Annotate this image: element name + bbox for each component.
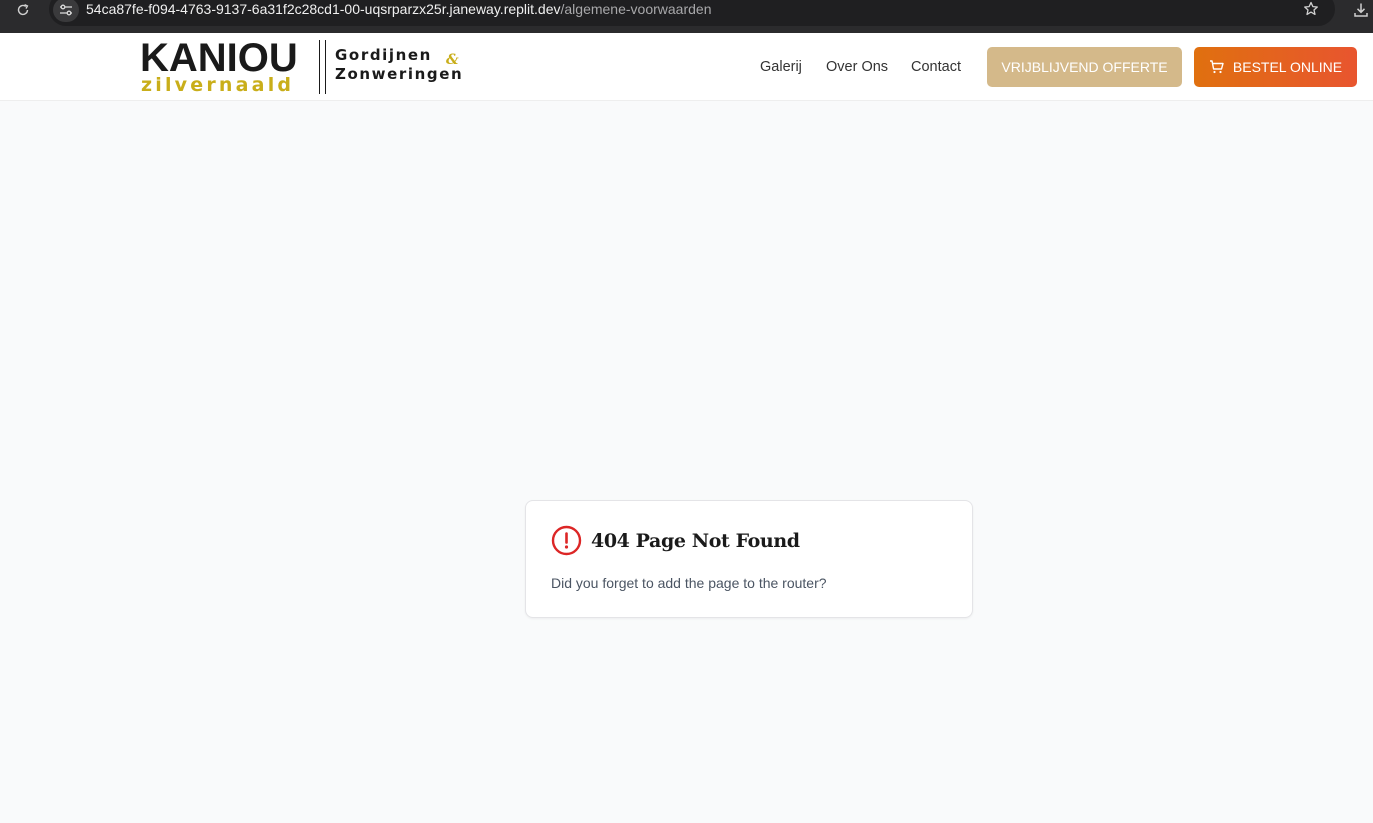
url-text[interactable]: 54ca87fe-f094-4763-9137-6a31f2c28cd1-00-… (86, 1, 711, 18)
logo[interactable]: KANIOU zilvernaald Gordijnen & Zonwering… (140, 36, 470, 97)
nav-galerij[interactable]: Galerij (760, 58, 802, 76)
not-found-title: 404 Page Not Found (591, 530, 800, 552)
logo-tagline-2: Zonweringen (335, 65, 464, 83)
bestel-online-label: BESTEL ONLINE (1232, 59, 1343, 75)
browser-toolbar: 54ca87fe-f094-4763-9137-6a31f2c28cd1-00-… (0, 0, 1373, 33)
not-found-card: 404 Page Not Found Did you forget to add… (525, 500, 973, 618)
url-host: 54ca87fe-f094-4763-9137-6a31f2c28cd1-00-… (86, 1, 561, 17)
site-settings-icon[interactable] (53, 0, 79, 22)
reload-icon[interactable] (12, 1, 34, 19)
cart-icon (1209, 59, 1225, 75)
offerte-button[interactable]: VRIJBLIJVEND OFFERTE (987, 47, 1182, 87)
alert-circle-icon (551, 525, 582, 556)
logo-brand: KANIOU (140, 36, 298, 80)
logo-divider (319, 40, 326, 94)
url-path: /algemene-voorwaarden (560, 1, 712, 17)
nav-over-ons[interactable]: Over Ons (826, 58, 888, 76)
download-icon[interactable] (1351, 0, 1371, 20)
offerte-button-label: VRIJBLIJVEND OFFERTE (1001, 59, 1168, 75)
logo-tagline-1: Gordijnen (335, 46, 432, 64)
nav-contact[interactable]: Contact (911, 58, 961, 76)
bestel-online-button[interactable]: BESTEL ONLINE (1194, 47, 1357, 87)
logo-subbrand: zilvernaald (141, 74, 295, 96)
site-header: KANIOU zilvernaald Gordijnen & Zonwering… (0, 33, 1373, 101)
bookmark-star-icon[interactable] (1301, 0, 1321, 18)
not-found-message: Did you forget to add the page to the ro… (551, 575, 827, 591)
